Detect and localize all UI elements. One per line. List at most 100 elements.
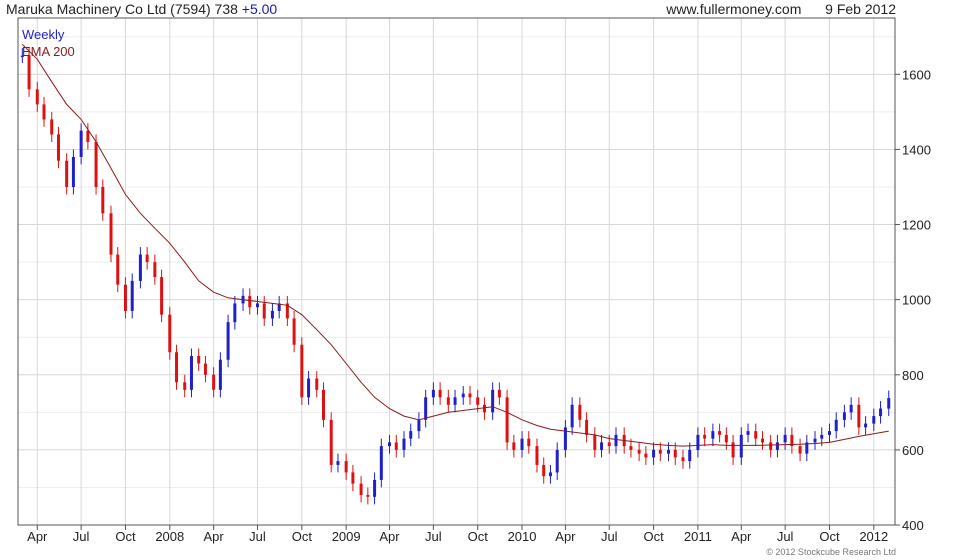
candle-body [746, 431, 750, 435]
candle-body [160, 277, 164, 315]
candle-body [703, 434, 707, 439]
chart-grid [18, 18, 895, 526]
candle-body [145, 254, 149, 263]
x-tick-label: Apr [555, 529, 576, 544]
candle-body [417, 419, 421, 432]
candle-body [373, 479, 377, 497]
candle-body [65, 160, 69, 187]
candle-body [315, 378, 319, 390]
candle-body [255, 303, 259, 308]
candle-body [482, 404, 486, 413]
candle-body [629, 446, 633, 450]
candle-body [555, 449, 559, 473]
candle-body [872, 416, 876, 424]
candle-body [71, 156, 75, 187]
y-tick-label: 1400 [902, 142, 931, 157]
candle-body [344, 461, 348, 473]
candle-body [652, 449, 656, 458]
x-tick-label: Oct [819, 529, 840, 544]
x-tick-label: 2012 [859, 529, 888, 544]
candle-body [512, 442, 516, 450]
candle-body [336, 461, 340, 465]
candle-body [754, 431, 758, 439]
candle-body [130, 280, 134, 311]
candle-body [775, 442, 779, 450]
candle-body [189, 356, 193, 390]
candle-body [468, 393, 472, 398]
x-tick-label: 2010 [508, 529, 537, 544]
ema-200-line [21, 43, 889, 447]
candle-body [834, 419, 838, 432]
candle-body [644, 453, 648, 458]
candle-body [857, 404, 861, 428]
x-tick-label: Apr [731, 529, 752, 544]
candle-body [658, 449, 662, 454]
candle-body [593, 434, 597, 450]
candle-body [402, 438, 406, 450]
candle-body [56, 134, 60, 161]
candle-body [849, 404, 853, 413]
candle-body [218, 359, 222, 390]
candle-body [491, 389, 495, 413]
candle-body [116, 254, 120, 285]
candle-body [827, 431, 831, 435]
candle-body [94, 141, 98, 187]
candle-body [769, 442, 773, 450]
x-tick-label: Jul [777, 529, 794, 544]
candle-body [718, 431, 722, 435]
candle-body [724, 434, 728, 443]
x-tick-label: Oct [643, 529, 664, 544]
candle-body [887, 398, 891, 409]
y-tick-label: 400 [902, 518, 924, 533]
candle-body [86, 130, 90, 142]
x-tick-label: Jul [601, 529, 618, 544]
x-tick-label: Oct [468, 529, 489, 544]
candle-body [739, 434, 743, 458]
candle-body [696, 434, 700, 450]
plot-frame [17, 17, 896, 526]
x-tick-label: Jul [249, 529, 266, 544]
candle-body [248, 295, 252, 308]
candle-body [431, 389, 435, 398]
candle-body [409, 431, 413, 439]
candle-body [527, 438, 531, 447]
candle-body [197, 356, 201, 364]
candle-body [292, 318, 296, 345]
candle-body [798, 446, 802, 454]
candle-body [681, 457, 685, 462]
y-tick-label: 600 [902, 443, 924, 458]
candle-body [535, 446, 539, 465]
candle-body [813, 438, 817, 443]
x-tick-label: Apr [379, 529, 400, 544]
y-tick-label: 1200 [902, 218, 931, 233]
candle-body [570, 404, 574, 428]
candle-body [879, 408, 883, 417]
candle-body [505, 397, 509, 443]
x-tick-label: Jul [73, 529, 90, 544]
x-tick-label: 2011 [684, 529, 712, 544]
candle-body [322, 389, 326, 420]
candle-body [42, 104, 46, 120]
y-axis-ticks: 400 600 800 1000 1200 1400 1600 [895, 67, 931, 533]
candle-body [476, 397, 480, 405]
candle-body [262, 303, 266, 319]
candle-body [203, 363, 207, 375]
candle-body [109, 213, 113, 255]
candle-body [27, 55, 31, 90]
candle-body [438, 389, 442, 398]
candle-body [351, 472, 355, 484]
candle-body [329, 419, 333, 465]
x-tick-label: Apr [27, 529, 48, 544]
candle-body [614, 434, 618, 447]
candle-body [453, 397, 457, 405]
candle-body [585, 419, 589, 435]
x-tick-label: Jul [425, 529, 442, 544]
candle-body [35, 89, 39, 105]
legend-weekly: Weekly [22, 27, 65, 42]
candle-body [138, 254, 142, 281]
y-tick-label: 1000 [902, 293, 931, 308]
candle-body [711, 431, 715, 439]
candle-body [446, 397, 450, 405]
weekly-candles [20, 48, 891, 505]
candle-body [359, 483, 363, 495]
